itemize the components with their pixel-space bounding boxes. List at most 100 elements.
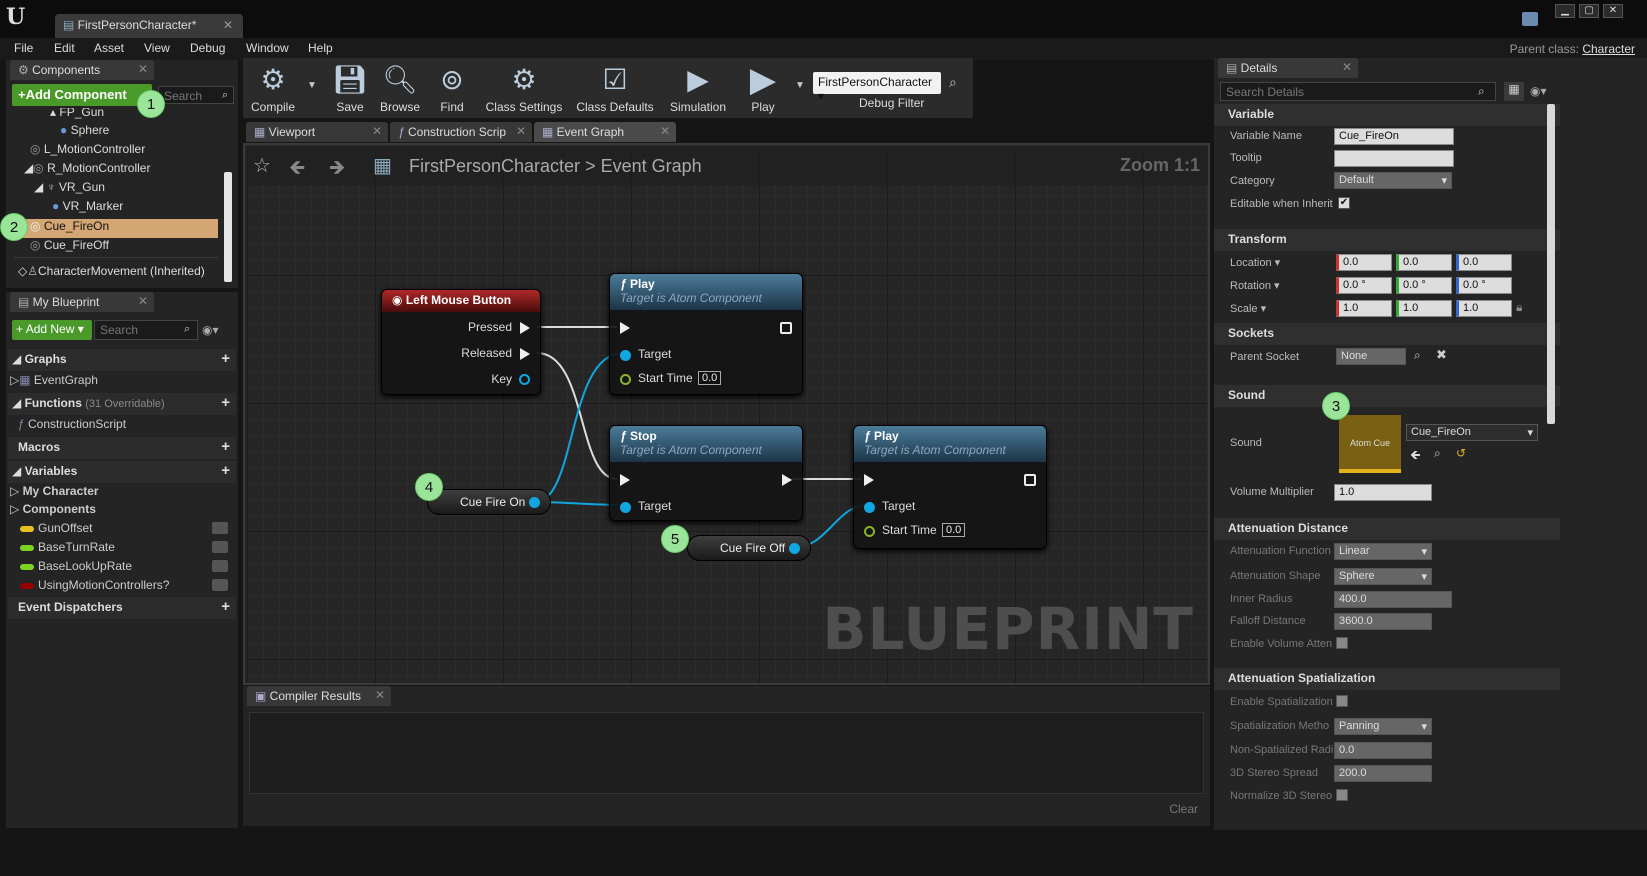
tooltip-input[interactable] [1334,150,1454,167]
data-pin-start-time[interactable] [864,526,875,537]
data-pin-output[interactable] [529,497,540,508]
reset-to-default-icon[interactable]: ↺ [1456,446,1466,460]
data-pin-start-time[interactable] [620,374,631,385]
event-graph-canvas[interactable]: ☆ 🡸 🡺 ▦ FirstPersonCharacter > Event Gra… [247,147,1208,683]
visibility-eye-icon[interactable]: ◉▾ [1530,84,1547,98]
add-dispatcher-button[interactable]: + [221,599,230,614]
close-window-button[interactable]: ✕ [1603,4,1623,18]
scale-x-input[interactable]: 1.0 [1336,300,1392,317]
menu-debug[interactable]: Debug [190,41,225,55]
spatialization-method-dropdown[interactable]: Panning ▾ [1334,718,1432,735]
browse-magnifier-icon[interactable]: ⌕ [1434,446,1441,461]
location-x-input[interactable]: 0.0 [1336,254,1392,271]
clear-button[interactable]: Clear [1169,802,1198,816]
variable-usingmotioncontrollers[interactable]: UsingMotionControllers? [20,578,169,597]
data-pin-target[interactable] [864,502,875,513]
components-tab[interactable]: ⚙ Components ✕ [10,60,154,80]
node-play-1[interactable]: ƒ Play Target is Atom Component Target St… [609,273,803,395]
tree-item-cue-fireon[interactable]: ◎ Cue_FireOn [14,219,218,238]
rotation-z-input[interactable]: 0.0 ° [1456,277,1512,294]
tab-viewport[interactable]: ▦ Viewport ✕ [246,122,388,142]
node-get-cue-fire-off[interactable]: Cue Fire Off [687,535,811,561]
functions-section[interactable]: ◢ Functions (31 Overridable) + [8,393,236,415]
editable-inherit-checkbox[interactable]: ✔ [1338,197,1350,209]
search-icon[interactable]: ⌕ [1414,348,1421,363]
play-options-dropdown-icon[interactable]: ▼ [795,80,805,91]
save-button[interactable]: 💾︎ Save [329,60,371,114]
close-components-tab-icon[interactable]: ✕ [138,62,148,76]
attenuation-function-dropdown[interactable]: Linear ▾ [1334,543,1432,560]
visibility-eye-icon[interactable] [212,541,228,553]
variable-baselookuprate[interactable]: BaseLookUpRate [20,559,132,578]
enable-volume-atten-checkbox[interactable] [1336,637,1348,649]
search-icon[interactable]: ⌕ [949,74,957,91]
tree-item-l-motioncontroller[interactable]: ◎ L_MotionController [30,142,145,161]
details-search-input[interactable]: Search Details [1220,82,1496,101]
class-defaults-button[interactable]: ☑ Class Defaults [573,60,657,114]
use-selected-arrow-icon[interactable]: 🡸 [1410,446,1421,468]
visibility-eye-icon[interactable]: ◉▾ [202,323,219,337]
add-macro-button[interactable]: + [221,439,230,454]
menu-file[interactable]: File [14,41,33,55]
location-y-input[interactable]: 0.0 [1396,254,1452,271]
components-scrollbar[interactable] [224,172,232,282]
node-play-2[interactable]: ƒ Play Target is Atom Component Target St… [853,425,1047,549]
exec-pin-out[interactable] [1024,474,1036,486]
tree-item-charactermovement[interactable]: ◇♙CharacterMovement (Inherited) [18,264,205,283]
menu-help[interactable]: Help [308,41,333,55]
start-time-input[interactable]: 0.0 [942,523,966,537]
tree-item-vr-gun[interactable]: ◢ ♆ VR_Gun [34,180,105,199]
tab-event-graph[interactable]: ▦ Event Graph ✕ [534,122,676,142]
tree-item-cue-fireoff[interactable]: ◎ Cue_FireOff [30,238,109,257]
close-tab-icon[interactable]: ✕ [516,124,526,138]
menu-view[interactable]: View [144,41,170,55]
compiler-results-tab[interactable]: ▣ Compiler Results ✕ [247,686,391,706]
non-spatialized-radius-input[interactable]: 0.0 [1334,742,1432,759]
add-component-button[interactable]: +Add Component [12,84,152,106]
variables-section[interactable]: ◢ Variables + [8,461,236,483]
function-item-constructionscript[interactable]: ƒ ConstructionScript [18,417,126,436]
start-time-input[interactable]: 0.0 [698,371,722,385]
property-matrix-icon[interactable]: ▦ [1504,82,1524,101]
clear-x-icon[interactable]: ✖ [1436,347,1447,363]
scale-y-input[interactable]: 1.0 [1396,300,1452,317]
location-z-input[interactable]: 0.0 [1456,254,1512,271]
tree-item-r-motioncontroller[interactable]: ◢◎ R_MotionController [24,161,150,180]
exec-pin-released[interactable] [520,348,530,360]
location-label[interactable]: Location ▾ [1230,256,1280,269]
tab-construction-script[interactable]: ƒ Construction Scrip ✕ [390,122,532,142]
macros-section[interactable]: Macros + [8,437,236,459]
graph-item-eventgraph[interactable]: ▷▦ EventGraph [10,373,98,392]
debug-object-dropdown[interactable]: FirstPersonCharacter ▾ [813,72,941,103]
normalize-stereo-checkbox[interactable] [1336,789,1348,801]
close-my-blueprint-tab-icon[interactable]: ✕ [138,294,148,308]
category-dropdown[interactable]: Default ▾ [1334,172,1452,189]
lock-icon[interactable]: 🔒︎ [1516,300,1522,315]
inner-radius-input[interactable]: 400.0 [1334,591,1452,608]
tree-item-sphere[interactable]: ● Sphere [60,123,109,142]
details-sound-section[interactable]: Sound [1214,385,1560,407]
variable-gunoffset[interactable]: GunOffset [20,521,92,540]
visibility-eye-icon[interactable] [212,579,228,591]
scale-label[interactable]: Scale ▾ [1230,302,1266,315]
exec-pin-in[interactable] [620,322,630,334]
rotation-label[interactable]: Rotation ▾ [1230,279,1280,292]
details-sockets-section[interactable]: Sockets [1214,323,1560,345]
add-graph-button[interactable]: + [221,351,230,366]
graphs-section[interactable]: ◢ Graphs + [8,349,236,371]
minimize-button[interactable]: ▁ [1555,4,1575,18]
details-scrollbar[interactable] [1547,104,1555,424]
details-variable-section[interactable]: Variable [1214,104,1560,126]
close-tab-icon[interactable]: ✕ [660,124,670,138]
exec-pin-out[interactable] [780,322,792,334]
menu-asset[interactable]: Asset [94,41,124,55]
menu-edit[interactable]: Edit [54,41,75,55]
play-button[interactable]: ▶ Play [739,60,787,114]
find-button[interactable]: ⊚ Find [431,60,473,114]
compile-button[interactable]: ⚙ Compile [247,60,299,114]
exec-pin-in[interactable] [864,474,874,486]
category-my-character[interactable]: ▷ My Character [10,484,99,503]
rotation-y-input[interactable]: 0.0 ° [1396,277,1452,294]
tree-item-fp-gun[interactable]: ▴ FP_Gun [50,108,104,124]
class-settings-button[interactable]: ⚙ Class Settings [483,60,565,114]
